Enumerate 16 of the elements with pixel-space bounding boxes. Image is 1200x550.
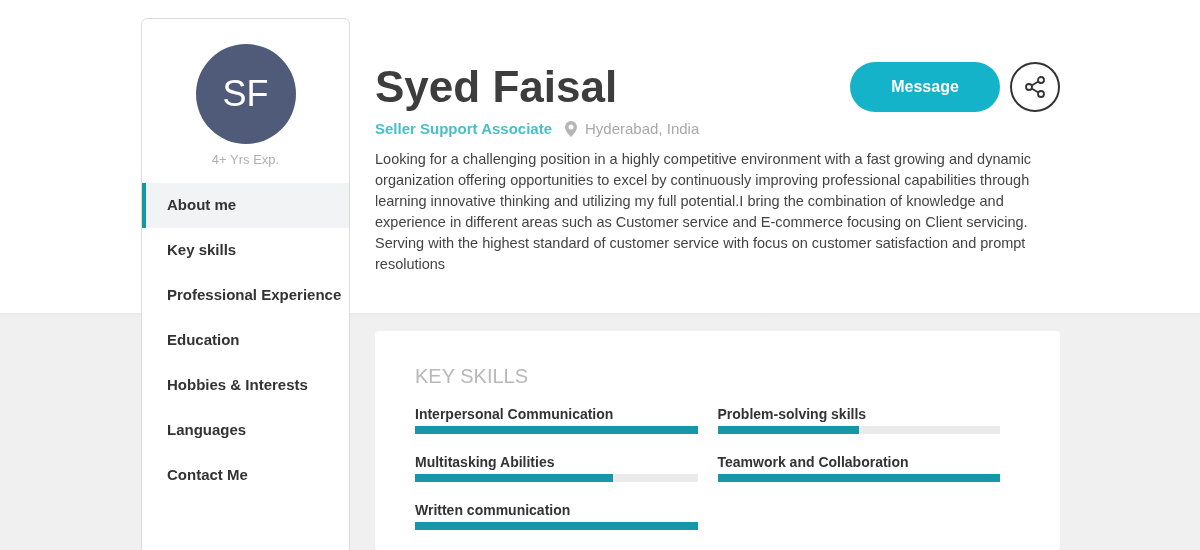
profile-name: Syed Faisal: [375, 62, 619, 112]
skill-name: Problem-solving skills: [717, 405, 868, 422]
skill-name: Written communication: [415, 501, 572, 518]
job-title: Seller Support Associate: [375, 119, 552, 139]
location-text: Hyderabad, India: [585, 119, 700, 139]
about-text: Looking for a challenging position in a highly competitive environment with a fast growing and dynamic organization offering opportunities to excel by continuously improving professional capabilities through learning innovative thinking and utilizing my full potential.I bring the combination of knowledge and experience in different areas such as Customer service and E-commerce focusing on Client servicing. Serving with the highest standard of customer service with focus on customer satisfaction and prompt resolutions: [375, 149, 1033, 274]
skill-name: Interpersonal Communication: [415, 405, 615, 422]
experience-text: 4+ Yrs Exp.: [211, 151, 280, 169]
share-icon: [1023, 75, 1047, 99]
avatar: SF: [195, 44, 296, 144]
skill-name: Multitasking Abilities: [415, 453, 556, 470]
share-button[interactable]: [1010, 62, 1060, 112]
location-pin-icon: [565, 121, 577, 138]
skills-heading: KEY SKILLS: [415, 363, 530, 389]
skill-name: Teamwork and Collaboration: [717, 453, 910, 470]
sidebar-item[interactable]: About me: [142, 182, 349, 228]
